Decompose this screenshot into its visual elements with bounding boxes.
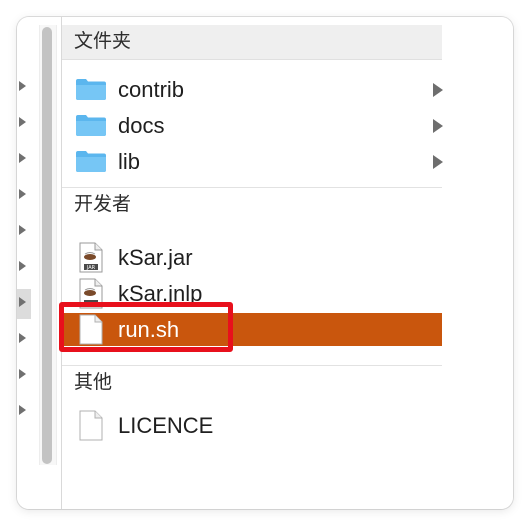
list-item-folder[interactable]: contrib <box>62 73 443 106</box>
chevron-right-icon[interactable] <box>433 155 443 169</box>
list-item-file[interactable]: JAR kSar.jar <box>62 241 442 274</box>
item-label: LICENCE <box>118 413 214 438</box>
annotation-highlight-box <box>59 302 233 352</box>
section-header-folders: 文件夹 <box>62 25 442 60</box>
list-item-folder[interactable]: lib <box>62 145 443 178</box>
folder-icon <box>76 115 106 136</box>
item-label: lib <box>118 149 141 174</box>
chevron-right-icon[interactable] <box>433 83 443 97</box>
document-icon <box>79 410 103 441</box>
section-header-developer: 开发者 <box>62 187 442 221</box>
section-header-other: 其他 <box>62 365 442 399</box>
list-item-folder[interactable]: docs <box>62 109 443 142</box>
item-label: docs <box>118 113 165 138</box>
item-label: contrib <box>118 77 185 102</box>
list-item-file[interactable]: LICENCE <box>62 409 442 442</box>
jar-file-icon: JAR <box>79 242 103 273</box>
svg-text:JAR: JAR <box>86 265 96 271</box>
chevron-right-icon[interactable] <box>433 119 443 133</box>
folder-icon <box>76 151 106 172</box>
folder-icon <box>76 79 106 100</box>
main-column: 文件夹 contrib docs lib 开发者 JAR kSar.jar kS… <box>17 17 513 509</box>
item-label: kSar.jar <box>118 245 193 270</box>
